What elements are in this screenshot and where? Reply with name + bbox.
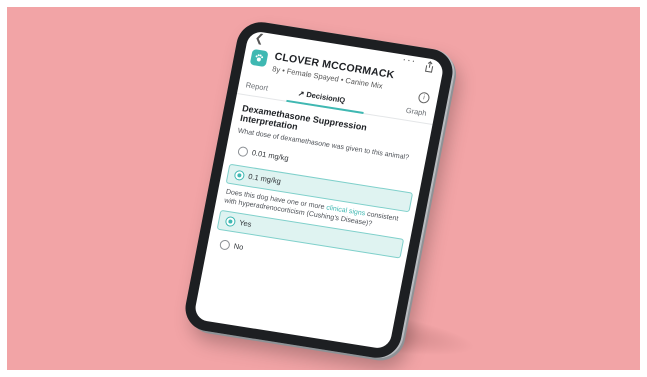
decision-content: Dexamethasone Suppression Interpretation… — [206, 94, 432, 283]
app-screen: ❮ ··· CLOVER MCCORMACK 8y • Female Spaye… — [193, 30, 445, 350]
more-icon[interactable]: ··· — [401, 54, 417, 68]
option-label: 0.01 mg/kg — [251, 148, 290, 163]
tab-decisioniq-label: DecisionIQ — [305, 89, 346, 105]
decision-arrows-icon: ↗ — [297, 88, 306, 99]
radio-button[interactable] — [218, 239, 231, 251]
info-icon[interactable]: i — [417, 91, 431, 105]
tab-graph[interactable]: Graph — [405, 106, 427, 118]
tablet-device: ❮ ··· CLOVER MCCORMACK 8y • Female Spaye… — [181, 18, 457, 362]
radio-button[interactable] — [233, 169, 246, 182]
paw-icon — [249, 48, 269, 68]
back-icon[interactable]: ❮ — [254, 32, 265, 45]
tab-report[interactable]: Report — [245, 80, 269, 92]
radio-button[interactable] — [224, 215, 237, 228]
photo-background: ❮ ··· CLOVER MCCORMACK 8y • Female Spaye… — [7, 7, 640, 370]
option-label: Yes — [238, 218, 253, 229]
option-label: No — [232, 241, 245, 252]
option-label: 0.1 mg/kg — [247, 171, 282, 186]
radio-button[interactable] — [237, 145, 249, 158]
